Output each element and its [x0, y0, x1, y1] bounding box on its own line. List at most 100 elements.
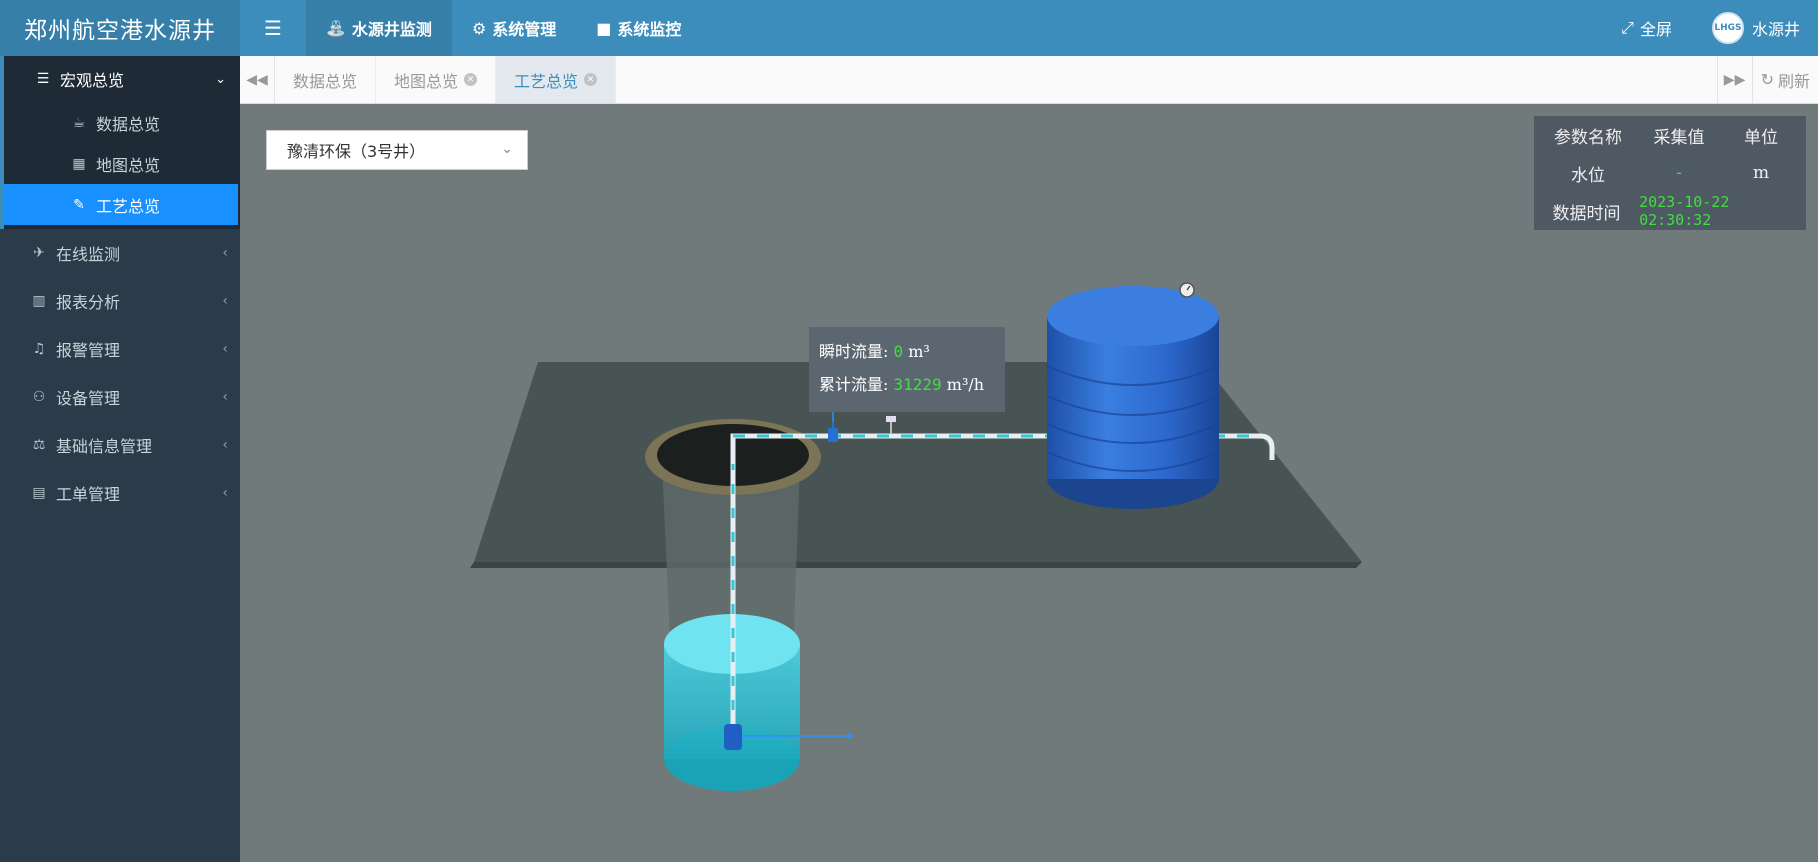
well-icon: ⛲	[326, 18, 346, 38]
user-name: 水源井	[1751, 20, 1800, 39]
app-logo-title[interactable]: 郑州航空港水源井	[0, 0, 240, 56]
chevron-down-icon: ⌄	[501, 141, 513, 157]
sidebar-item-device-management[interactable]: ⚇ 设备管理 ‹	[0, 373, 240, 421]
chevron-left-icon: ‹	[222, 245, 228, 261]
eyedropper-icon: ✎	[73, 196, 85, 213]
hamburger-icon: ☰	[264, 16, 282, 40]
refresh-label: 刷新	[1777, 71, 1810, 91]
refresh-icon: ↻	[1760, 70, 1774, 89]
avatar: LHGS	[1711, 12, 1744, 44]
nav-label: 系统管理	[492, 20, 557, 39]
tank-top	[1047, 286, 1219, 346]
tab-data-overview[interactable]: 数据总览	[275, 56, 377, 103]
top-header: 郑州航空港水源井 ☰ ⛲ 水源井监测 ⚙ 系统管理 ■ 系统监控 ⤢ 全屏 LH…	[0, 0, 1818, 56]
sidebar: ☰ 宏观总览 ⌄ ☕ 数据总览 ▦ 地图总览 ✎ 工艺总览 ✈ 在线监测 ‹ ▥…	[0, 56, 240, 862]
param-unit: m	[1752, 163, 1770, 183]
instant-flow-value: 0	[893, 342, 904, 361]
close-icon[interactable]: ✕	[584, 73, 598, 86]
pump-leader-dot	[847, 733, 853, 739]
video-camera-icon: ■	[596, 18, 612, 38]
column-header: 单位	[1744, 127, 1778, 148]
sidebar-item-label: 工艺总览	[96, 196, 161, 216]
header-right: ⤢ 全屏 LHGS 水源井	[1597, 0, 1818, 56]
time-value: 2023-10-22 02:30:32	[1639, 193, 1730, 229]
tab-label: 数据总览	[293, 71, 358, 91]
bar-chart-icon: ▥	[32, 293, 46, 309]
sidebar-item-label: 工单管理	[56, 485, 121, 504]
sidebar-item-map-overview[interactable]: ▦ 地图总览	[4, 143, 240, 184]
well-select-dropdown[interactable]: 豫清环保（3号井） ⌄	[266, 130, 528, 170]
table-header-row: 参数名称 采集值 单位	[1534, 116, 1806, 154]
tab-bar-right: ▶▶ ↻ 刷新	[1716, 56, 1818, 103]
tab-map-overview[interactable]: 地图总览 ✕	[376, 56, 497, 103]
nav-system-management[interactable]: ⚙ 系统管理	[452, 0, 576, 56]
sidebar-item-label: 报警管理	[56, 341, 121, 360]
backward-icon: ◀◀	[246, 71, 268, 88]
time-label: 数据时间	[1552, 203, 1621, 224]
close-icon[interactable]: ✕	[464, 73, 478, 86]
tab-label: 地图总览	[394, 71, 459, 91]
ground-edge	[470, 562, 1362, 568]
monitor-icon: ✈	[33, 245, 45, 261]
chevron-left-icon: ‹	[222, 293, 228, 309]
tab-bar: ◀◀ 数据总览 地图总览 ✕ 工艺总览 ✕ ▶▶ ↻ 刷新	[240, 56, 1818, 104]
instant-flow-label: 瞬时流量:	[819, 342, 889, 361]
expand-icon: ⤢	[1621, 18, 1634, 37]
sidebar-item-online-monitor[interactable]: ✈ 在线监测 ‹	[0, 229, 240, 277]
user-menu[interactable]: LHGS 水源井	[1696, 12, 1818, 44]
fullscreen-label: 全屏	[1639, 20, 1672, 39]
sidebar-item-overview[interactable]: ☰ 宏观总览 ⌄	[4, 56, 240, 102]
sidebar-toggle-button[interactable]: ☰	[240, 0, 306, 56]
total-flow-unit: m³/h	[946, 375, 985, 394]
valve-handle	[886, 416, 896, 422]
sidebar-item-work-order[interactable]: ▤ 工单管理 ‹	[0, 469, 240, 517]
bell-icon: ♫	[32, 341, 46, 357]
top-nav: ⛲ 水源井监测 ⚙ 系统管理 ■ 系统监控	[306, 0, 701, 56]
fullscreen-button[interactable]: ⤢ 全屏	[1597, 16, 1696, 40]
total-flow-value: 31229	[893, 375, 942, 394]
chevron-left-icon: ‹	[222, 341, 228, 357]
balance-icon: ⚖	[32, 437, 46, 453]
sidebar-item-label: 数据总览	[96, 114, 161, 134]
param-name: 水位	[1571, 165, 1605, 186]
chevron-left-icon: ‹	[222, 389, 228, 405]
sidebar-item-label: 报表分析	[56, 293, 121, 312]
flow-info-panel: 瞬时流量: 0 m³ 累计流量: 31229 m³/h	[809, 327, 1005, 412]
tab-scroll-right-button[interactable]: ▶▶	[1716, 56, 1752, 103]
refresh-button[interactable]: ↻ 刷新	[1751, 56, 1818, 103]
tab-process-overview[interactable]: 工艺总览 ✕	[496, 56, 617, 103]
sidebar-item-data-overview[interactable]: ☕ 数据总览	[4, 102, 240, 143]
column-header: 参数名称	[1554, 127, 1622, 148]
process-overview-canvas: 豫清环保（3号井） ⌄ 参数名称 采集值 单位 水位 - m 数据时间 2023…	[240, 104, 1818, 862]
sidebar-item-alarm-management[interactable]: ♫ 报警管理 ‹	[0, 325, 240, 373]
word-file-icon: ▤	[32, 485, 46, 501]
tab-scroll-left-button[interactable]: ◀◀	[240, 56, 275, 103]
nav-label: 系统监控	[617, 20, 682, 39]
sidebar-item-label: 宏观总览	[60, 71, 125, 90]
table-row: 数据时间 2023-10-22 02:30:32	[1534, 192, 1806, 230]
instant-flow-unit: m³	[908, 342, 930, 361]
total-flow-line: 累计流量: 31229 m³/h	[819, 368, 995, 401]
instant-flow-line: 瞬时流量: 0 m³	[819, 335, 995, 368]
sidebar-item-label: 设备管理	[56, 389, 121, 408]
total-flow-label: 累计流量:	[819, 375, 889, 394]
chevron-left-icon: ‹	[222, 485, 228, 501]
sidebar-item-report-analysis[interactable]: ▥ 报表分析 ‹	[0, 277, 240, 325]
map-icon: ▦	[72, 155, 86, 172]
sidebar-item-process-overview[interactable]: ✎ 工艺总览	[4, 184, 238, 225]
chevron-left-icon: ‹	[222, 437, 228, 453]
sidebar-group-overview: ☰ 宏观总览 ⌄ ☕ 数据总览 ▦ 地图总览 ✎ 工艺总览	[0, 56, 240, 229]
sidebar-item-basic-info[interactable]: ⚖ 基础信息管理 ‹	[0, 421, 240, 469]
nav-system-monitor[interactable]: ■ 系统监控	[576, 0, 701, 56]
sidebar-item-label: 基础信息管理	[56, 437, 153, 456]
gear-icon: ⚙	[471, 18, 487, 38]
flow-meter	[828, 428, 838, 442]
motorcycle-icon: ⚇	[32, 389, 46, 405]
tab-label: 工艺总览	[514, 71, 579, 91]
parameter-table: 参数名称 采集值 单位 水位 - m 数据时间 2023-10-22 02:30…	[1534, 116, 1806, 230]
column-header: 采集值	[1653, 127, 1705, 148]
nav-water-well-monitor[interactable]: ⛲ 水源井监测	[306, 0, 452, 56]
coffee-icon: ☕	[72, 114, 86, 131]
nav-label: 水源井监测	[351, 20, 432, 39]
submersible-pump	[724, 724, 742, 750]
